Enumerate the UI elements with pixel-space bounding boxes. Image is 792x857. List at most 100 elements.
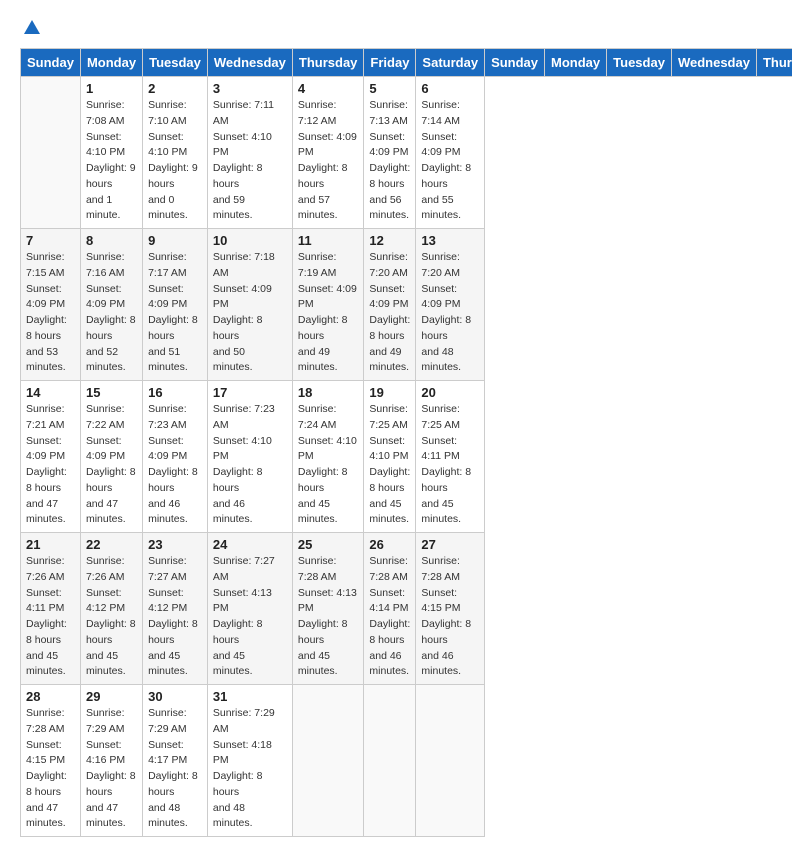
day-number: 2: [148, 81, 202, 96]
day-number: 9: [148, 233, 202, 248]
day-info: Sunrise: 7:23 AM Sunset: 4:09 PM Dayligh…: [148, 402, 202, 528]
day-number: 11: [298, 233, 359, 248]
day-number: 16: [148, 385, 202, 400]
calendar-cell: 24 Sunrise: 7:27 AM Sunset: 4:13 PM Dayli…: [207, 533, 292, 685]
calendar-cell: 31Sunrise: 7:29 AM Sunset: 4:18 PM Dayli…: [207, 685, 292, 837]
calendar-cell: 18 Sunrise: 7:24 AM Sunset: 4:10 PM Dayli…: [292, 381, 364, 533]
day-number: 12: [369, 233, 410, 248]
calendar-cell: 10 Sunrise: 7:18 AM Sunset: 4:09 PM Dayli…: [207, 229, 292, 381]
col-header-thursday: Thursday: [756, 49, 792, 77]
calendar-cell: 29Sunrise: 7:29 AM Sunset: 4:16 PM Dayli…: [80, 685, 142, 837]
day-info: Sunrise: 7:27 AM Sunset: 4:13 PM Dayligh…: [213, 554, 287, 680]
calendar-cell: 1Sunrise: 7:08 AM Sunset: 4:10 PM Daylig…: [80, 77, 142, 229]
day-info: Sunrise: 7:29 AM Sunset: 4:16 PM Dayligh…: [86, 706, 137, 832]
day-number: 18: [298, 385, 359, 400]
calendar-cell: 6 Sunrise: 7:14 AM Sunset: 4:09 PM Daylig…: [416, 77, 485, 229]
day-info: Sunrise: 7:28 AM Sunset: 4:15 PM Dayligh…: [421, 554, 479, 680]
header: [20, 20, 772, 38]
day-info: Sunrise: 7:15 AM Sunset: 4:09 PM Dayligh…: [26, 250, 75, 376]
calendar-cell: 25Sunrise: 7:28 AM Sunset: 4:13 PM Dayli…: [292, 533, 364, 685]
calendar-cell: 27 Sunrise: 7:28 AM Sunset: 4:15 PM Dayli…: [416, 533, 485, 685]
day-number: 23: [148, 537, 202, 552]
calendar-week-row: 28 Sunrise: 7:28 AM Sunset: 4:15 PM Dayli…: [21, 685, 792, 837]
calendar-cell: 4 Sunrise: 7:12 AM Sunset: 4:09 PM Daylig…: [292, 77, 364, 229]
calendar-week-row: 1Sunrise: 7:08 AM Sunset: 4:10 PM Daylig…: [21, 77, 792, 229]
col-header-wednesday: Wednesday: [671, 49, 756, 77]
day-number: 19: [369, 385, 410, 400]
day-info: Sunrise: 7:28 AM Sunset: 4:15 PM Dayligh…: [26, 706, 75, 832]
col-header-sunday: Sunday: [21, 49, 81, 77]
day-number: 24: [213, 537, 287, 552]
day-number: 26: [369, 537, 410, 552]
day-number: 25: [298, 537, 359, 552]
day-info: Sunrise: 7:26 AM Sunset: 4:12 PM Dayligh…: [86, 554, 137, 680]
day-number: 20: [421, 385, 479, 400]
calendar-cell: 14Sunrise: 7:21 AM Sunset: 4:09 PM Dayli…: [21, 381, 81, 533]
day-info: Sunrise: 7:20 AM Sunset: 4:09 PM Dayligh…: [369, 250, 410, 376]
day-number: 7: [26, 233, 75, 248]
day-number: 14: [26, 385, 75, 400]
calendar-week-row: 14Sunrise: 7:21 AM Sunset: 4:09 PM Dayli…: [21, 381, 792, 533]
logo-icon: [22, 18, 42, 38]
col-header-wednesday: Wednesday: [207, 49, 292, 77]
calendar-cell: 22 Sunrise: 7:26 AM Sunset: 4:12 PM Dayli…: [80, 533, 142, 685]
col-header-tuesday: Tuesday: [607, 49, 672, 77]
day-number: 13: [421, 233, 479, 248]
calendar-cell: 11Sunrise: 7:19 AM Sunset: 4:09 PM Dayli…: [292, 229, 364, 381]
col-header-thursday: Thursday: [292, 49, 364, 77]
calendar-cell: 8 Sunrise: 7:16 AM Sunset: 4:09 PM Daylig…: [80, 229, 142, 381]
day-info: Sunrise: 7:25 AM Sunset: 4:10 PM Dayligh…: [369, 402, 410, 528]
calendar-cell: [292, 685, 364, 837]
day-info: Sunrise: 7:14 AM Sunset: 4:09 PM Dayligh…: [421, 98, 479, 224]
col-header-sunday: Sunday: [485, 49, 545, 77]
calendar-cell: 12 Sunrise: 7:20 AM Sunset: 4:09 PM Dayli…: [364, 229, 416, 381]
calendar-cell: 13Sunrise: 7:20 AM Sunset: 4:09 PM Dayli…: [416, 229, 485, 381]
day-number: 10: [213, 233, 287, 248]
calendar-cell: 21Sunrise: 7:26 AM Sunset: 4:11 PM Dayli…: [21, 533, 81, 685]
calendar-cell: 2Sunrise: 7:10 AM Sunset: 4:10 PM Daylig…: [143, 77, 208, 229]
day-info: Sunrise: 7:13 AM Sunset: 4:09 PM Dayligh…: [369, 98, 410, 224]
day-number: 6: [421, 81, 479, 96]
calendar-cell: [364, 685, 416, 837]
col-header-monday: Monday: [545, 49, 607, 77]
calendar-cell: 3 Sunrise: 7:11 AM Sunset: 4:10 PM Daylig…: [207, 77, 292, 229]
calendar-cell: 16 Sunrise: 7:23 AM Sunset: 4:09 PM Dayli…: [143, 381, 208, 533]
day-info: Sunrise: 7:11 AM Sunset: 4:10 PM Dayligh…: [213, 98, 287, 224]
calendar-header-row: SundayMondayTuesdayWednesdayThursdayFrid…: [21, 49, 792, 77]
day-info: Sunrise: 7:18 AM Sunset: 4:09 PM Dayligh…: [213, 250, 287, 376]
day-number: 22: [86, 537, 137, 552]
logo: [20, 20, 42, 38]
day-info: Sunrise: 7:16 AM Sunset: 4:09 PM Dayligh…: [86, 250, 137, 376]
col-header-tuesday: Tuesday: [143, 49, 208, 77]
calendar-cell: 7 Sunrise: 7:15 AM Sunset: 4:09 PM Daylig…: [21, 229, 81, 381]
day-info: Sunrise: 7:25 AM Sunset: 4:11 PM Dayligh…: [421, 402, 479, 528]
calendar-cell: [416, 685, 485, 837]
day-number: 3: [213, 81, 287, 96]
day-info: Sunrise: 7:29 AM Sunset: 4:17 PM Dayligh…: [148, 706, 202, 832]
calendar-cell: 20 Sunrise: 7:25 AM Sunset: 4:11 PM Dayli…: [416, 381, 485, 533]
calendar-cell: 17 Sunrise: 7:23 AM Sunset: 4:10 PM Dayli…: [207, 381, 292, 533]
day-info: Sunrise: 7:26 AM Sunset: 4:11 PM Dayligh…: [26, 554, 75, 680]
day-number: 17: [213, 385, 287, 400]
calendar-week-row: 7 Sunrise: 7:15 AM Sunset: 4:09 PM Daylig…: [21, 229, 792, 381]
col-header-monday: Monday: [80, 49, 142, 77]
calendar-cell: [21, 77, 81, 229]
calendar-week-row: 21Sunrise: 7:26 AM Sunset: 4:11 PM Dayli…: [21, 533, 792, 685]
day-number: 4: [298, 81, 359, 96]
calendar-cell: 19 Sunrise: 7:25 AM Sunset: 4:10 PM Dayli…: [364, 381, 416, 533]
day-number: 27: [421, 537, 479, 552]
day-info: Sunrise: 7:12 AM Sunset: 4:09 PM Dayligh…: [298, 98, 359, 224]
calendar-table: SundayMondayTuesdayWednesdayThursdayFrid…: [20, 48, 792, 837]
calendar-cell: 30 Sunrise: 7:29 AM Sunset: 4:17 PM Dayli…: [143, 685, 208, 837]
day-info: Sunrise: 7:27 AM Sunset: 4:12 PM Dayligh…: [148, 554, 202, 680]
day-info: Sunrise: 7:08 AM Sunset: 4:10 PM Dayligh…: [86, 98, 137, 224]
calendar-cell: 5Sunrise: 7:13 AM Sunset: 4:09 PM Daylig…: [364, 77, 416, 229]
day-info: Sunrise: 7:23 AM Sunset: 4:10 PM Dayligh…: [213, 402, 287, 528]
col-header-friday: Friday: [364, 49, 416, 77]
calendar-cell: 26Sunrise: 7:28 AM Sunset: 4:14 PM Dayli…: [364, 533, 416, 685]
day-number: 30: [148, 689, 202, 704]
day-info: Sunrise: 7:24 AM Sunset: 4:10 PM Dayligh…: [298, 402, 359, 528]
day-number: 28: [26, 689, 75, 704]
day-number: 8: [86, 233, 137, 248]
calendar-cell: 28 Sunrise: 7:28 AM Sunset: 4:15 PM Dayli…: [21, 685, 81, 837]
